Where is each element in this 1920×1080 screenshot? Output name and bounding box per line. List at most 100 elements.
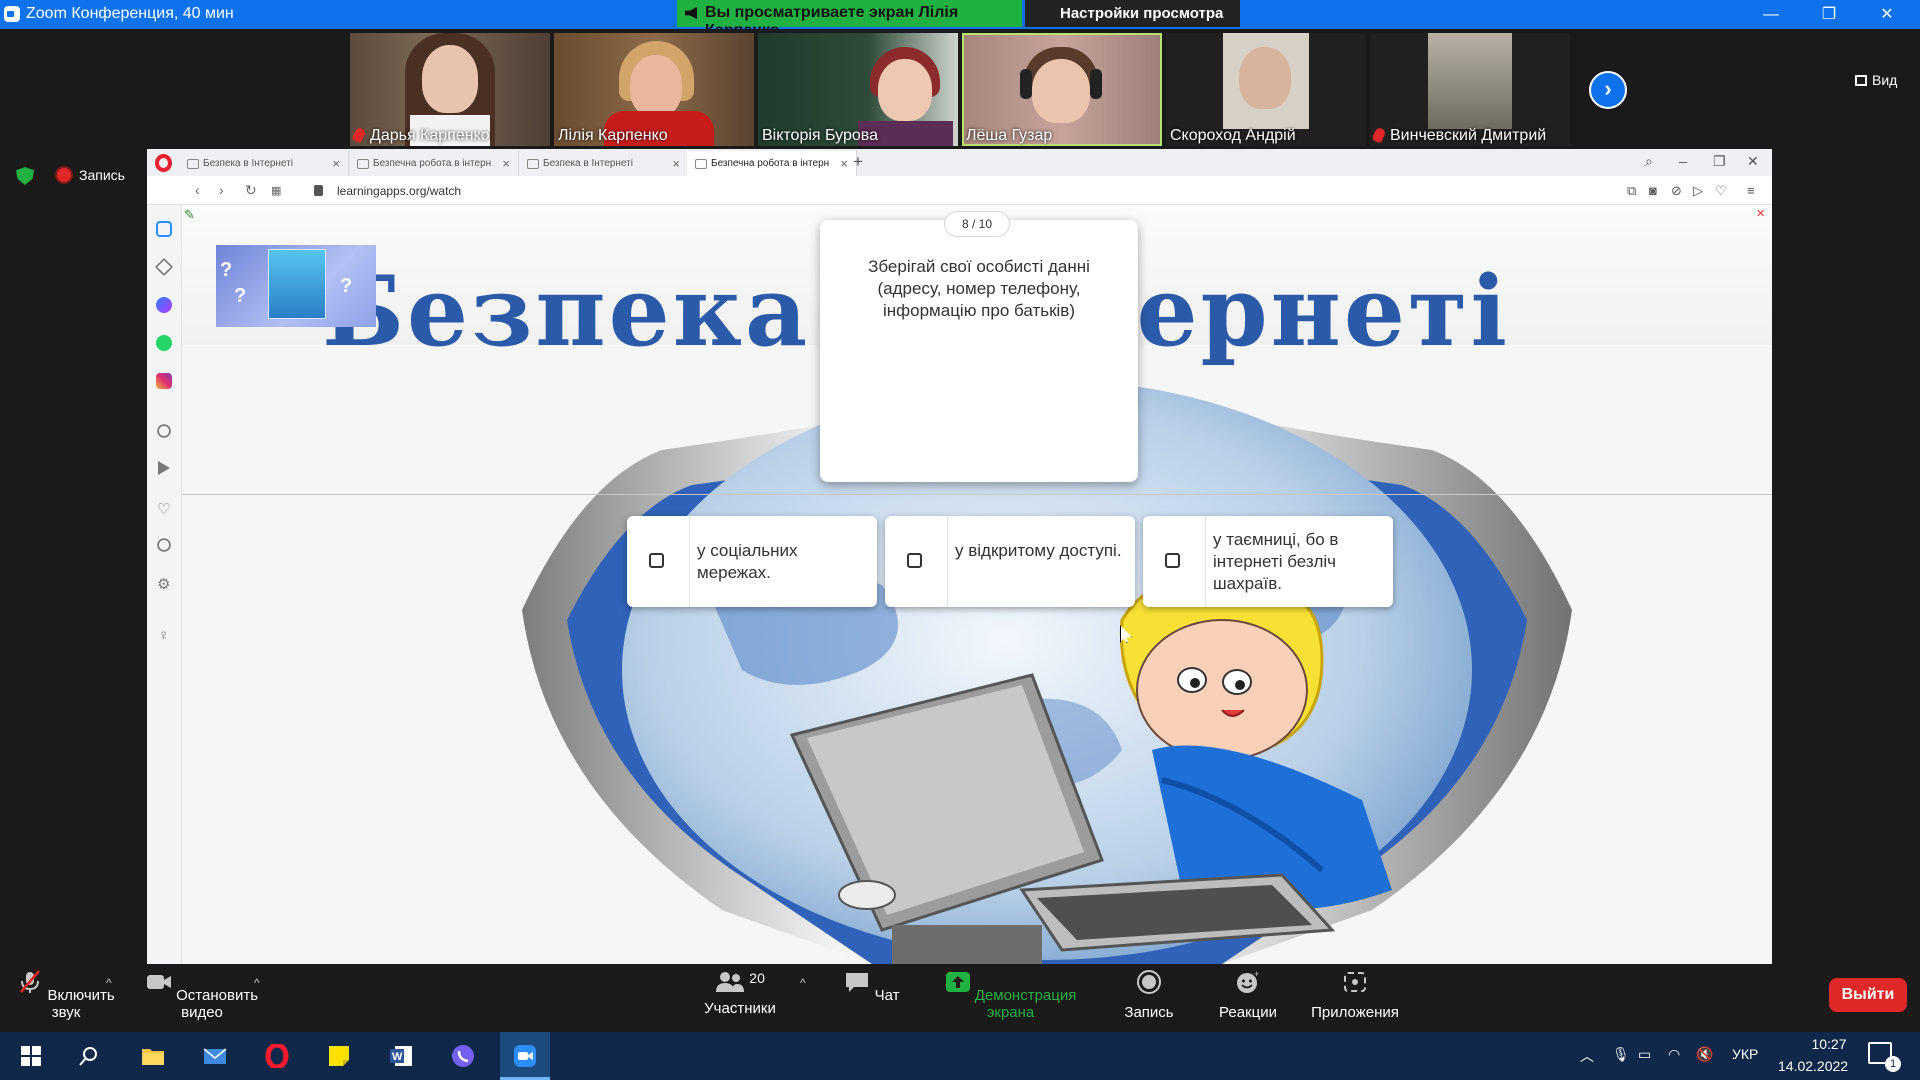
minimize-button[interactable]: — <box>1748 0 1794 29</box>
participant-tile[interactable]: Вікторія Бурова <box>758 33 958 146</box>
leave-meeting-button[interactable]: Выйти <box>1829 978 1907 1012</box>
lock-icon[interactable] <box>314 185 323 196</box>
page-icon <box>527 159 539 169</box>
gallery-next-button[interactable]: › <box>1589 71 1627 109</box>
answer-option[interactable]: у відкритому доступі. <box>885 516 1135 607</box>
reactions-button[interactable]: + Реакции <box>1212 969 1284 1021</box>
language-indicator[interactable]: УКР <box>1732 1046 1758 1062</box>
encryption-shield-icon[interactable] <box>16 167 34 185</box>
wifi-icon[interactable]: ◠ <box>1668 1046 1680 1063</box>
heart-sidebar-icon[interactable]: ♡ <box>157 500 173 518</box>
close-window-icon[interactable]: ✕ <box>1747 153 1759 170</box>
browser-tab-active[interactable]: Безпечна робота в інтерн × <box>687 151 857 176</box>
reload-icon[interactable]: ↻ <box>245 182 257 199</box>
answer-option[interactable]: у соціальних мережах. <box>627 516 877 607</box>
participants-count: 20 <box>749 970 765 986</box>
settings-icon[interactable]: ⚙ <box>157 575 173 593</box>
forward-icon[interactable]: › <box>219 182 224 198</box>
answer-checkbox[interactable] <box>907 553 922 568</box>
participants-options-caret[interactable]: ^ <box>800 976 806 990</box>
participant-tile[interactable]: Винчевский Дмитрий <box>1370 33 1570 146</box>
file-explorer-button[interactable] <box>128 1032 178 1080</box>
browser-tab[interactable]: Безпечна робота в інтерн × <box>349 151 519 176</box>
answer-option[interactable]: у таємниці, бо в інтернеті безліч шахраї… <box>1143 516 1393 607</box>
svg-text:+: + <box>1254 970 1259 979</box>
url-field[interactable]: learningapps.org/watch <box>337 184 461 198</box>
instagram-icon[interactable] <box>156 373 172 389</box>
apps-icon <box>1344 972 1366 992</box>
participant-tile[interactable]: Скороход Андрій <box>1166 33 1366 146</box>
whatsapp-icon[interactable] <box>156 335 172 351</box>
participants-button[interactable]: 20 Участники <box>700 970 780 1017</box>
restore-icon[interactable]: ❐ <box>1713 153 1726 170</box>
history-icon[interactable] <box>157 538 171 552</box>
zoom-title-bar: Zoom Конференция, 40 мин Вы просматривае… <box>0 0 1920 40</box>
start-button[interactable] <box>6 1032 56 1080</box>
notifications-count: 1 <box>1885 1056 1901 1072</box>
adblock-icon[interactable]: ⊘ <box>1671 183 1682 199</box>
word-button[interactable]: W <box>376 1032 426 1080</box>
opera-logo-icon[interactable] <box>155 154 172 172</box>
fullscreen-icon[interactable]: ✕ <box>1756 207 1765 220</box>
close-tab-icon[interactable]: × <box>502 156 510 171</box>
minimize-icon[interactable]: – <box>1679 153 1687 169</box>
maximize-button[interactable]: ❐ <box>1806 0 1852 29</box>
viber-button[interactable] <box>438 1032 488 1080</box>
clock-date[interactable]: 14.02.2022 <box>1778 1058 1848 1074</box>
folder-icon <box>142 1049 164 1065</box>
participant-name: Лёша Гузар <box>966 127 1053 144</box>
player-icon[interactable]: ▷ <box>1693 183 1703 199</box>
close-tab-icon[interactable]: × <box>840 156 848 171</box>
chat-button[interactable]: Чат <box>842 970 902 1004</box>
unmute-button[interactable]: Включить звук <box>12 970 120 1021</box>
search-tabs-icon[interactable]: ⌕ <box>1645 153 1653 170</box>
back-icon[interactable]: ‹ <box>195 182 200 198</box>
send-icon[interactable] <box>158 461 170 475</box>
view-options-button[interactable]: Настройки просмотра ⌄ <box>1025 0 1240 40</box>
close-tab-icon[interactable]: × <box>672 156 680 171</box>
home-icon[interactable] <box>156 221 172 237</box>
muted-mic-icon <box>20 970 41 993</box>
zoom-taskbar-button[interactable] <box>500 1032 550 1080</box>
player-sidebar-icon[interactable] <box>157 424 171 438</box>
view-options-label: Настройки просмотра <box>1060 5 1224 22</box>
new-tab-button[interactable]: + <box>853 152 863 172</box>
microphone-icon[interactable]: 🎙 <box>1612 1046 1630 1063</box>
snapshot-icon[interactable]: ⧉ <box>1627 183 1636 199</box>
clock-time[interactable]: 10:27 <box>1794 1036 1864 1052</box>
apps-button[interactable]: Приложения <box>1305 970 1405 1021</box>
bookmarks-icon[interactable] <box>154 257 174 277</box>
app-thumbnail[interactable]: ? ? ? <box>216 245 376 327</box>
close-tab-icon[interactable]: × <box>332 156 340 171</box>
browser-tab[interactable]: Безпека в Інтернеті × <box>179 151 349 176</box>
browser-tab[interactable]: Безпека в Інтернеті × <box>519 151 689 176</box>
speed-dial-icon[interactable]: ▦ <box>271 184 281 197</box>
recording-indicator[interactable]: Запись <box>57 167 125 183</box>
camera-icon[interactable]: ◙ <box>1649 183 1657 198</box>
sticky-notes-button[interactable] <box>314 1032 364 1080</box>
show-hidden-icons[interactable]: ︿ <box>1580 1046 1594 1066</box>
audio-options-caret[interactable]: ^ <box>106 976 112 990</box>
view-button[interactable]: Вид <box>1855 72 1897 88</box>
messenger-icon[interactable] <box>156 297 172 313</box>
record-button[interactable]: Запись <box>1118 970 1180 1021</box>
heart-icon[interactable]: ♡ <box>1715 183 1727 199</box>
stop-video-button[interactable]: Остановить видео <box>136 970 268 1021</box>
search-button[interactable] <box>64 1032 114 1080</box>
opera-taskbar-button[interactable] <box>252 1032 302 1080</box>
battery-icon[interactable]: ▭ <box>1638 1046 1651 1063</box>
mail-button[interactable] <box>190 1032 240 1080</box>
volume-muted-icon[interactable]: 🔇 <box>1696 1046 1713 1063</box>
menu-icon[interactable]: ≡ <box>1747 183 1755 198</box>
participant-tile[interactable]: Дарья Карпенко <box>350 33 550 146</box>
app-help-icon[interactable]: ✎ <box>184 207 195 223</box>
participant-tile[interactable]: Лілія Карпенко <box>554 33 754 146</box>
answer-checkbox[interactable] <box>649 553 664 568</box>
close-button[interactable]: ✕ <box>1864 0 1910 29</box>
answer-checkbox[interactable] <box>1165 553 1180 568</box>
tips-icon[interactable]: ♀ <box>158 627 174 644</box>
video-options-caret[interactable]: ^ <box>254 976 260 990</box>
participant-tile[interactable]: Лёша Гузар <box>962 33 1162 146</box>
search-icon <box>79 1047 97 1066</box>
share-screen-button[interactable]: Демонстрация экрана <box>928 970 1093 1021</box>
